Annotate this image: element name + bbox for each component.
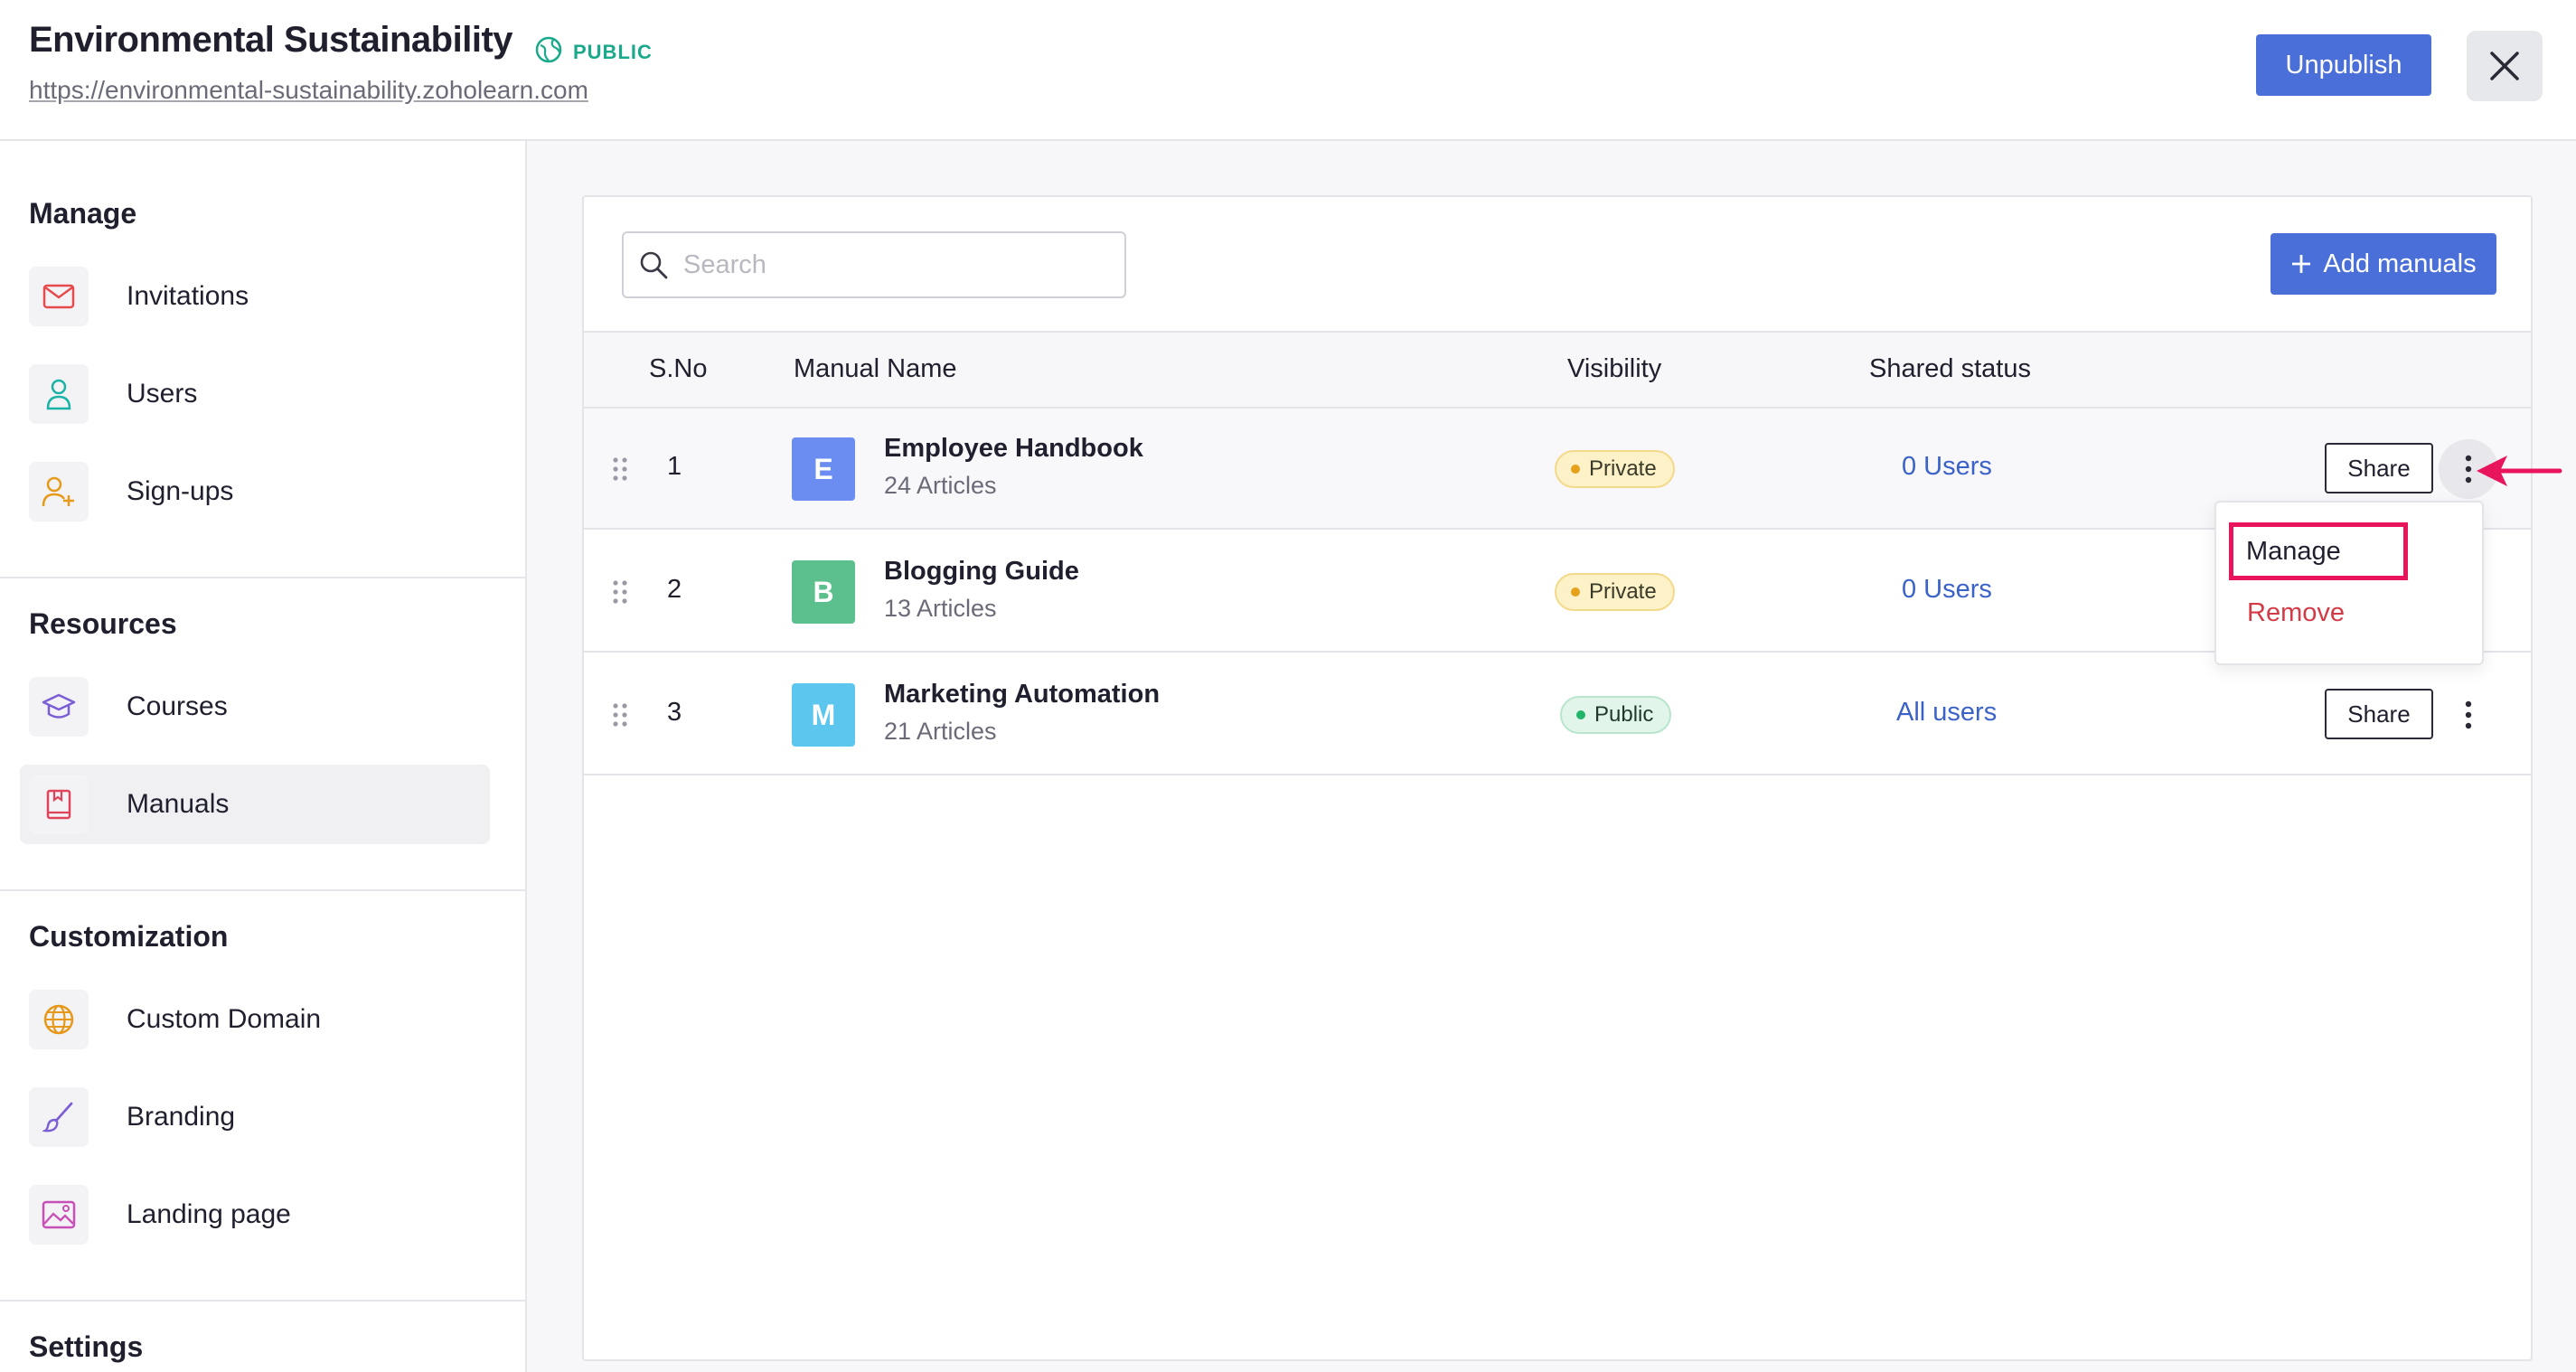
manual-article-count: 21 Articles	[884, 718, 997, 745]
sidebar-divider	[0, 577, 527, 578]
sidebar-item-courses[interactable]: Courses	[20, 667, 490, 747]
sidebar-divider	[0, 1300, 527, 1302]
sidebar-item-label: Manuals	[127, 789, 230, 819]
shared-status-link[interactable]: 0 Users	[1902, 452, 1992, 482]
status-dot	[1571, 587, 1580, 597]
plus-icon	[2292, 255, 2311, 273]
app-header: Environmental Sustainability PUBLIC http…	[0, 0, 2576, 141]
sidebar-divider	[0, 889, 527, 891]
mail-icon	[29, 267, 89, 326]
table-row[interactable]: 3 M Marketing Automation 21 Articles Pub…	[584, 654, 2531, 775]
drag-handle-icon[interactable]	[611, 701, 629, 728]
row-sno: 1	[667, 452, 682, 481]
more-options-button[interactable]	[2439, 685, 2498, 745]
menu-item-remove[interactable]: Remove	[2247, 598, 2345, 628]
status-badge: PUBLIC	[533, 34, 653, 70]
more-vertical-icon	[2465, 700, 2472, 729]
sidebar-item-label: Landing page	[127, 1199, 291, 1229]
add-manuals-button[interactable]: Add manuals	[2270, 233, 2496, 295]
visibility-badge: Private	[1555, 573, 1675, 611]
site-title: Environmental Sustainability	[29, 20, 513, 60]
pointer-arrow-icon	[2477, 456, 2562, 486]
image-icon	[29, 1185, 89, 1245]
row-sno: 2	[667, 575, 682, 604]
sidebar-item-label: Sign-ups	[127, 476, 234, 506]
row-sno: 3	[667, 698, 682, 727]
sidebar: Manage Invitations Users Sign-ups Resour…	[0, 141, 527, 1372]
menu-item-manage[interactable]: Manage	[2229, 522, 2408, 580]
site-url-link[interactable]: https://environmental-sustainability.zoh…	[29, 76, 588, 105]
column-header-manual-name: Manual Name	[794, 354, 957, 383]
more-vertical-icon	[2465, 455, 2472, 484]
drag-handle-icon[interactable]	[611, 456, 629, 483]
manual-name[interactable]: Blogging Guide	[884, 557, 1079, 587]
sidebar-item-manuals[interactable]: Manuals	[20, 765, 490, 844]
section-title-manage: Manage	[29, 197, 137, 230]
user-add-icon	[29, 462, 89, 522]
manual-article-count: 24 Articles	[884, 472, 997, 499]
search-icon	[640, 251, 668, 279]
manual-name[interactable]: Marketing Automation	[884, 680, 1160, 709]
row-options-menu: Manage Remove	[2214, 501, 2484, 665]
sidebar-item-invitations[interactable]: Invitations	[20, 257, 490, 336]
graduation-cap-icon	[29, 677, 89, 737]
drag-handle-icon[interactable]	[611, 578, 629, 606]
book-icon	[29, 775, 89, 834]
table-header: S.No Manual Name Visibility Shared statu…	[584, 331, 2531, 409]
visibility-text: Private	[1589, 579, 1657, 604]
manual-avatar: M	[792, 683, 855, 747]
sidebar-item-label: Courses	[127, 691, 228, 721]
status-dot	[1571, 465, 1580, 474]
sidebar-item-custom-domain[interactable]: Custom Domain	[20, 980, 490, 1059]
shared-status-link[interactable]: All users	[1896, 698, 1997, 728]
globe-icon	[29, 990, 89, 1049]
sidebar-item-sign-ups[interactable]: Sign-ups	[20, 452, 490, 531]
sidebar-item-label: Branding	[127, 1102, 236, 1132]
visibility-text: Public	[1594, 702, 1654, 727]
section-title-customization: Customization	[29, 920, 229, 953]
visibility-text: Private	[1589, 456, 1657, 481]
close-button[interactable]	[2467, 31, 2543, 101]
manuals-panel: Add manuals S.No Manual Name Visibility …	[582, 195, 2533, 1361]
share-button[interactable]: Share	[2325, 689, 2433, 739]
sidebar-item-label: Custom Domain	[127, 1004, 322, 1034]
section-title-resources: Resources	[29, 607, 177, 640]
sidebar-item-label: Invitations	[127, 281, 249, 311]
shared-status-link[interactable]: 0 Users	[1902, 575, 1992, 605]
close-icon	[2490, 52, 2519, 80]
column-header-shared-status: Shared status	[1869, 354, 2031, 383]
user-icon	[29, 364, 89, 424]
brush-icon	[29, 1087, 89, 1147]
manual-article-count: 13 Articles	[884, 595, 997, 622]
search-input[interactable]	[683, 249, 1117, 280]
visibility-badge: Public	[1560, 696, 1672, 734]
section-title-settings: Settings	[29, 1330, 144, 1363]
status-text: PUBLIC	[573, 40, 653, 63]
column-header-sno: S.No	[649, 354, 708, 383]
sidebar-item-label: Users	[127, 379, 198, 409]
sidebar-item-users[interactable]: Users	[20, 354, 490, 434]
visibility-badge: Private	[1555, 450, 1675, 488]
manual-name[interactable]: Employee Handbook	[884, 434, 1143, 464]
share-button[interactable]: Share	[2325, 443, 2433, 493]
search-field[interactable]	[622, 231, 1126, 298]
column-header-visibility: Visibility	[1567, 354, 1662, 383]
manual-avatar: E	[792, 437, 855, 501]
add-manuals-label: Add manuals	[2323, 249, 2477, 278]
sidebar-item-branding[interactable]: Branding	[20, 1077, 490, 1157]
sidebar-item-landing-page[interactable]: Landing page	[20, 1175, 490, 1255]
status-dot	[1576, 710, 1585, 719]
globe-icon	[533, 34, 564, 70]
unpublish-button[interactable]: Unpublish	[2256, 34, 2431, 96]
manual-avatar: B	[792, 560, 855, 624]
